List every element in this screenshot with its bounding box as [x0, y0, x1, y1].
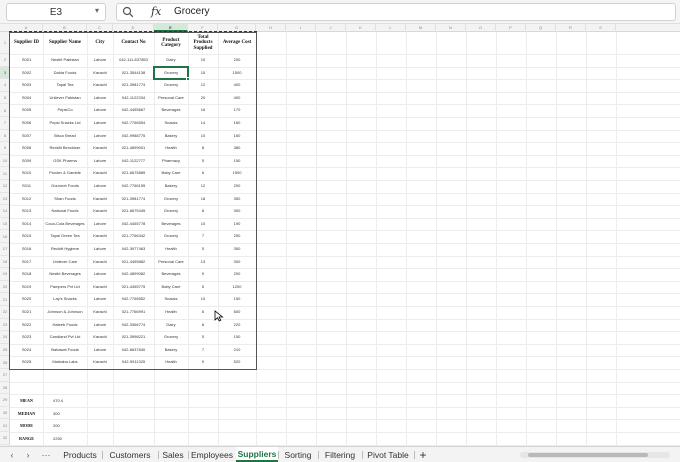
tab-separator — [414, 451, 415, 459]
row-gridline — [10, 406, 680, 408]
column-gridline — [586, 32, 587, 446]
column-header-i[interactable]: I — [286, 24, 316, 32]
tab-products[interactable]: Products — [58, 447, 102, 462]
row-header[interactable]: 27 — [0, 369, 10, 382]
sheet-tab-bar: ‹ › ⋯ Products Customers Sales Employees Sup… — [0, 446, 680, 462]
row-header[interactable]: 31 — [0, 419, 10, 432]
column-gridline — [496, 32, 497, 446]
name-box-value: E3 — [49, 6, 63, 18]
column-header-r[interactable]: R — [556, 24, 586, 32]
row-gridline — [10, 381, 680, 383]
formula-value: Grocery — [174, 6, 210, 17]
column-header-q[interactable]: Q — [526, 24, 556, 32]
selected-cell[interactable] — [153, 65, 189, 81]
stat-value-mean[interactable]: 470.4 — [51, 394, 87, 407]
tab-sorting[interactable]: Sorting — [278, 447, 318, 462]
chevron-down-icon[interactable]: ▾ — [95, 6, 99, 15]
column-header-n[interactable]: N — [436, 24, 466, 32]
column-gridline — [376, 32, 377, 446]
stat-value-mode[interactable]: 200 — [51, 419, 87, 432]
row-header[interactable]: 30 — [0, 407, 10, 420]
row-gridline — [10, 432, 680, 433]
spreadsheet-grid[interactable]: ABCDEFGHIJKLMNOPQRS 1 2 3 4 5 6 7 8 9 10 11 12 13 14 1… — [0, 24, 680, 446]
name-box[interactable]: E3 ▾ — [6, 3, 106, 21]
column-header-s[interactable]: S — [586, 24, 616, 32]
chevron-right-icon[interactable]: › — [22, 449, 34, 461]
formula-bar: E3 ▾ fx Grocery — [0, 0, 680, 24]
tab-sales[interactable]: Sales — [158, 447, 188, 462]
stat-value-range[interactable]: 2250 — [51, 432, 87, 445]
row-header[interactable]: 29 — [0, 394, 10, 407]
column-gridline — [616, 32, 617, 446]
row-gridline — [10, 394, 680, 396]
column-header-j[interactable]: J — [316, 24, 346, 32]
stat-label-mode[interactable]: MODE — [10, 419, 43, 432]
tab-customers[interactable]: Customers — [102, 447, 158, 462]
horizontal-scrollbar[interactable] — [520, 452, 670, 458]
tab-filtering[interactable]: Filtering — [318, 447, 362, 462]
stat-label-mean[interactable]: MEAN — [10, 394, 43, 407]
row-header[interactable]: 32 — [0, 432, 10, 445]
add-sheet-button[interactable]: + — [416, 447, 430, 462]
column-gridline — [556, 32, 557, 446]
column-gridline — [316, 32, 317, 446]
column-gridline — [346, 32, 347, 446]
formula-input[interactable]: fx Grocery — [116, 3, 676, 21]
column-gridline — [406, 32, 407, 446]
stat-label-range[interactable]: RANGE — [10, 432, 43, 445]
column-gridline — [466, 32, 467, 446]
chevron-left-icon[interactable]: ‹ — [6, 449, 18, 461]
scrollbar-thumb[interactable] — [528, 453, 648, 457]
row-gridline — [10, 419, 680, 421]
column-header-o[interactable]: O — [466, 24, 496, 32]
stat-label-median[interactable]: MEDIAN — [10, 407, 43, 420]
column-header-k[interactable]: K — [346, 24, 376, 32]
search-icon[interactable] — [122, 6, 134, 18]
column-header-h[interactable]: H — [256, 24, 286, 32]
tab-employees[interactable]: Employees — [188, 447, 236, 462]
column-gridline — [436, 32, 437, 446]
column-header-p[interactable]: P — [496, 24, 526, 32]
mouse-pointer-icon — [214, 310, 224, 322]
column-gridline — [526, 32, 527, 446]
tab-pivot-table[interactable]: Pivot Table — [362, 447, 414, 462]
tab-suppliers[interactable]: Suppliers — [236, 447, 278, 462]
copy-marquee — [9, 31, 257, 32]
function-icon[interactable]: fx — [151, 5, 161, 18]
fill-handle[interactable] — [186, 77, 190, 82]
column-gridline — [286, 32, 287, 446]
row-header[interactable]: 28 — [0, 382, 10, 395]
column-header-m[interactable]: M — [406, 24, 436, 32]
more-tabs-icon[interactable]: ⋯ — [40, 449, 52, 461]
column-header-l[interactable]: L — [376, 24, 406, 32]
stat-value-median[interactable]: 300 — [51, 407, 87, 420]
